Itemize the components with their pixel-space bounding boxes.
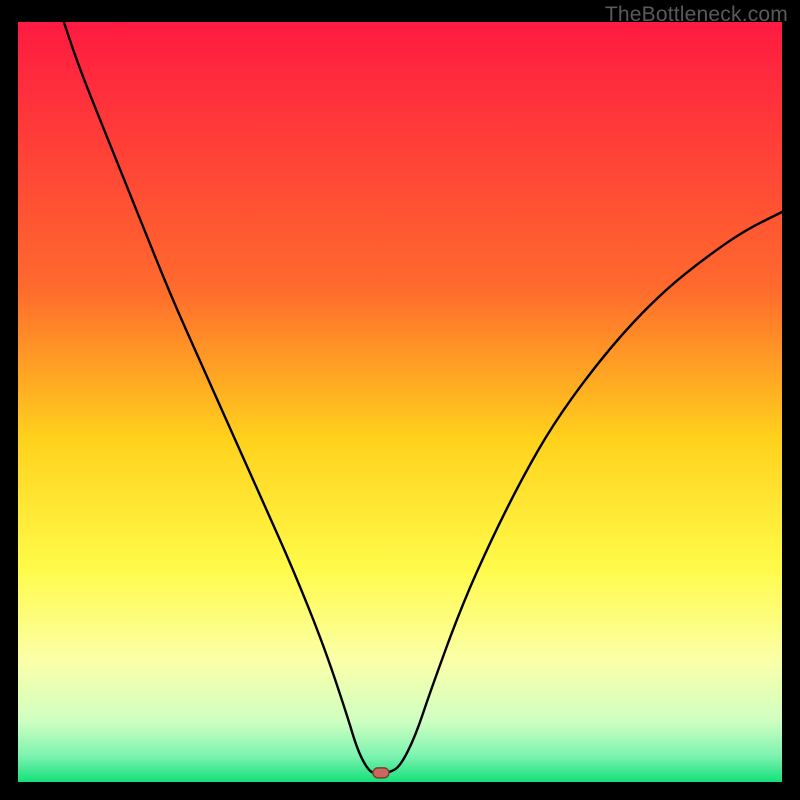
minimum-marker [373, 768, 389, 778]
chart-svg [18, 22, 782, 782]
gradient-background [18, 22, 782, 782]
plot-area [18, 22, 782, 782]
chart-frame: TheBottleneck.com [0, 0, 800, 800]
watermark-text: TheBottleneck.com [605, 3, 788, 27]
